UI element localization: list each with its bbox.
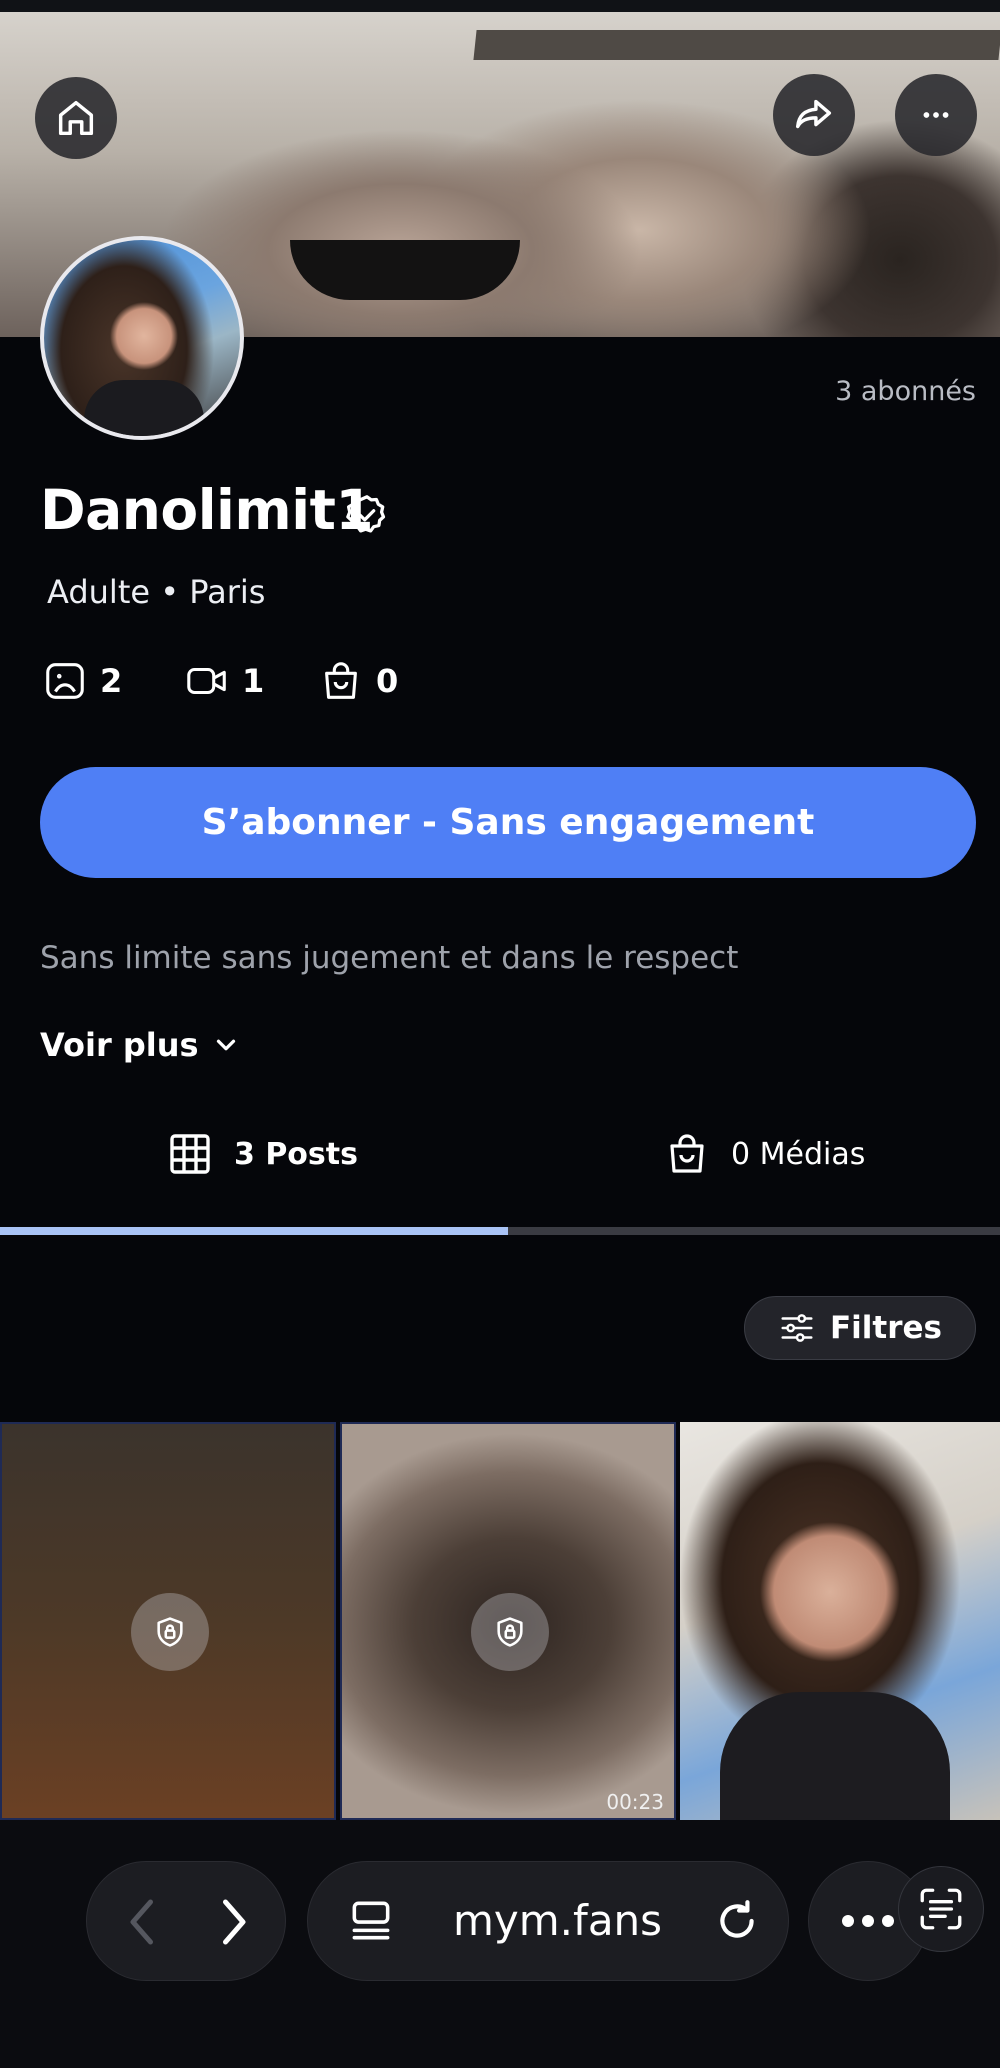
address-bar[interactable]: mym.fans <box>307 1861 789 1981</box>
home-icon <box>58 100 94 136</box>
videos-count: 1 <box>242 662 265 700</box>
subscriber-count: 3 abonnés <box>835 376 976 407</box>
see-more-button[interactable]: Voir plus <box>40 1026 241 1064</box>
photos-count: 2 <box>100 662 123 700</box>
avatar[interactable] <box>40 236 244 440</box>
filters-button[interactable]: Filtres <box>744 1296 976 1360</box>
tab-media[interactable]: 0 Médias <box>663 1130 865 1178</box>
photo-icon <box>46 663 84 699</box>
grid-icon <box>170 1134 210 1174</box>
more-options-button[interactable] <box>895 74 977 156</box>
tab-posts[interactable]: 3 Posts <box>166 1130 358 1178</box>
post-tile-locked[interactable] <box>0 1422 336 1820</box>
more-icon <box>923 112 949 118</box>
profile-meta: Adulte • Paris <box>47 573 266 611</box>
video-duration: 00:23 <box>606 1790 664 1814</box>
chevron-down-icon <box>216 1039 235 1051</box>
scan-button[interactable] <box>898 1866 984 1952</box>
locked-badge <box>471 1593 549 1671</box>
locked-badge <box>131 1593 209 1671</box>
videos-stat: 1 <box>184 658 264 704</box>
forward-icon[interactable] <box>203 1892 263 1952</box>
scan-icon <box>920 1888 962 1930</box>
see-more-label: Voir plus <box>40 1026 199 1064</box>
subscribe-button[interactable]: S’abonner - Sans engagement <box>40 767 976 878</box>
profile-name: Danolimit1 <box>40 478 374 542</box>
lock-icon <box>157 1617 183 1647</box>
bag-count: 0 <box>376 662 399 700</box>
home-button[interactable] <box>35 77 117 159</box>
post-tile-locked-video[interactable]: 00:23 <box>340 1422 676 1820</box>
profile-bio: Sans limite sans jugement et dans le res… <box>40 940 739 976</box>
tabs-icon[interactable] <box>346 1896 396 1946</box>
video-icon <box>187 667 226 695</box>
more-icon <box>842 1915 894 1927</box>
url-text: mym.fans <box>453 1896 663 1945</box>
reload-icon[interactable] <box>712 1896 762 1946</box>
share-button[interactable] <box>773 74 855 156</box>
browser-nav <box>86 1861 286 1981</box>
bag-icon <box>325 662 357 699</box>
tab-media-label: 0 Médias <box>731 1136 866 1172</box>
filters-label: Filtres <box>829 1310 942 1346</box>
tab-underline-active <box>0 1227 508 1235</box>
back-icon[interactable] <box>113 1892 173 1952</box>
filters-icon <box>781 1314 813 1342</box>
photos-stat: 2 <box>42 658 122 704</box>
lock-icon <box>497 1617 523 1647</box>
share-icon <box>795 99 832 129</box>
verified-icon <box>346 495 386 533</box>
bio-fade <box>40 982 1000 1002</box>
bag-icon <box>670 1134 704 1173</box>
bag-stat: 0 <box>318 658 398 704</box>
post-tile-photo[interactable] <box>680 1422 1000 1820</box>
tab-posts-label: 3 Posts <box>234 1136 358 1172</box>
